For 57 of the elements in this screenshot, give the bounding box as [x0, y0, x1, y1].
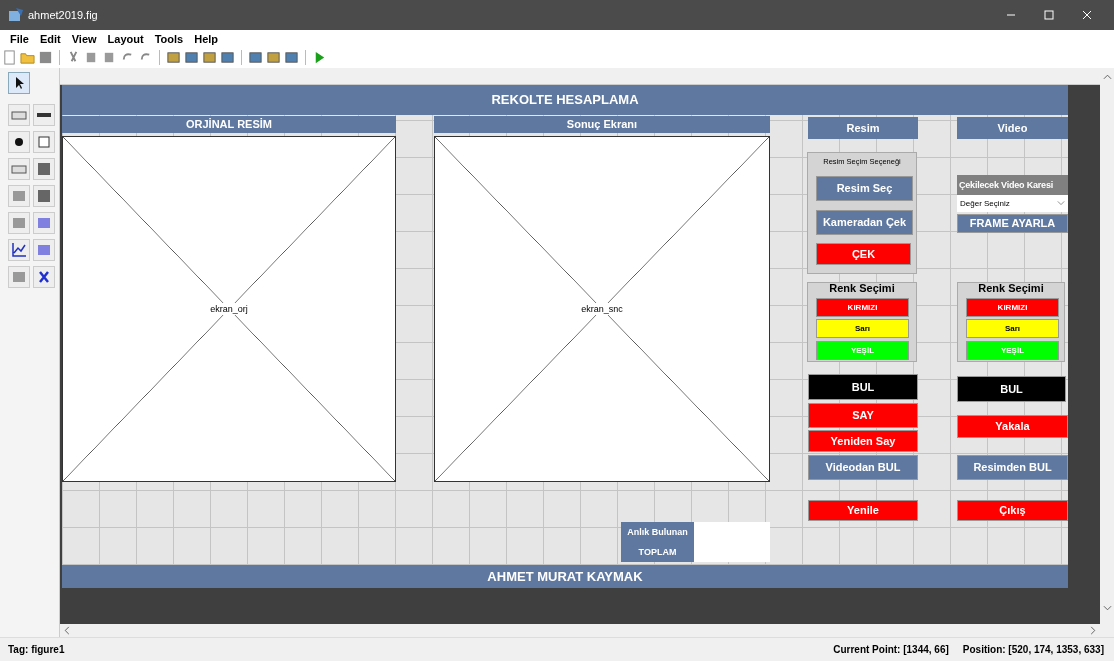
menu-item[interactable]: Edit — [39, 32, 61, 45]
radio-tool-icon[interactable] — [8, 131, 30, 153]
static-label: Çekilecek Video Karesi — [957, 174, 1068, 195]
edit-tool-icon[interactable] — [8, 158, 30, 180]
tag-status: Tag: figure1 — [8, 644, 65, 655]
panel-title: Renk Seçimi — [828, 281, 896, 294]
scroll-down-icon[interactable] — [1102, 605, 1112, 611]
position-status: Position: [520, 174, 1353, 633] — [962, 644, 1104, 655]
total-label: Anlık Bulunan TOPLAM — [621, 521, 694, 562]
scroll-up-icon[interactable] — [1102, 74, 1112, 80]
activex-tool-icon[interactable] — [33, 266, 55, 288]
push-button[interactable]: ÇEK — [816, 242, 911, 265]
push-button[interactable]: Sarı — [816, 318, 909, 338]
axes-tag: ekran_orj — [209, 302, 249, 315]
menu-item[interactable]: Help — [194, 32, 219, 45]
menu-item[interactable]: Layout — [107, 32, 144, 45]
open-icon[interactable] — [20, 50, 35, 65]
push-button[interactable]: KIRMIZI — [816, 297, 909, 317]
push-button[interactable]: Çıkış — [957, 499, 1068, 521]
push-button[interactable]: Resim Seç — [816, 175, 913, 201]
menu-item[interactable]: View — [71, 32, 97, 45]
title-banner: REKOLTE HESAPLAMA — [62, 84, 1068, 115]
check-tool-icon[interactable] — [33, 131, 55, 153]
window-title: ahmet2019.fig — [28, 9, 98, 21]
push-button[interactable]: Kameradan Çek — [816, 209, 913, 235]
push-button[interactable]: BUL — [957, 375, 1066, 402]
push-button[interactable]: Sarı — [966, 318, 1059, 338]
push-button[interactable]: Videodan BUL — [808, 454, 918, 480]
column-heading: Resim — [808, 116, 918, 139]
dropdown-value: Değer Seçiniz — [960, 198, 1010, 208]
panel-title: Renk Seçimi — [977, 281, 1045, 294]
push-button[interactable]: Yenile — [808, 499, 918, 521]
menu-item[interactable]: File — [10, 32, 29, 45]
column-heading: Video — [957, 116, 1068, 139]
push-button[interactable]: Yakala — [957, 414, 1068, 438]
scroll-right-icon[interactable] — [1090, 626, 1096, 635]
close-icon[interactable] — [1082, 10, 1092, 20]
figure-file-icon — [8, 7, 24, 23]
push-button[interactable]: BUL — [808, 373, 918, 400]
push-button[interactable]: Yeniden Say — [808, 429, 918, 452]
push-button[interactable]: Resimden BUL — [957, 454, 1068, 480]
axes-title: ORJİNAL RESİM — [62, 115, 396, 133]
maximize-icon[interactable] — [1044, 10, 1054, 20]
menu-item[interactable]: Tools — [154, 32, 184, 45]
push-button[interactable]: KIRMIZI — [966, 297, 1059, 317]
save-icon[interactable] — [38, 50, 53, 65]
slider-tool-icon[interactable] — [33, 104, 55, 126]
current-point-status: Current Point: [1344, 66] — [833, 644, 949, 655]
footer-banner: AHMET MURAT KAYMAK — [62, 564, 1068, 588]
axes-tool-icon[interactable] — [8, 239, 30, 261]
push-button[interactable]: SAY — [808, 402, 918, 428]
axes-tag: ekran_snc — [580, 302, 624, 315]
axes-title: Sonuç Ekranı — [434, 115, 770, 133]
new-icon[interactable] — [2, 50, 17, 65]
scroll-left-icon[interactable] — [64, 626, 70, 635]
push-button[interactable]: FRAME AYARLA — [957, 213, 1068, 233]
chevron-down-icon — [1057, 200, 1065, 207]
